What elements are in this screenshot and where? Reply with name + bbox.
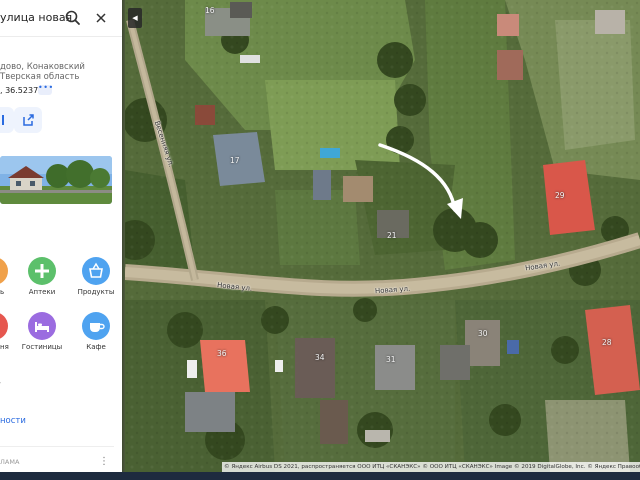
side-panel: улица новая дово, Конаковский Тверская о… <box>0 0 122 472</box>
close-icon[interactable] <box>90 7 112 29</box>
category-groceries[interactable]: Продукты <box>70 257 122 307</box>
map-copyright[interactable]: © Яндекс Airbus DS 2021, распространяетс… <box>222 462 640 472</box>
cup-icon <box>82 312 110 340</box>
search-icon[interactable] <box>62 7 84 29</box>
divider <box>0 36 122 37</box>
house-number: 31 <box>386 355 396 364</box>
place-address-line2: Тверская область <box>0 72 80 82</box>
basket-icon <box>82 257 110 285</box>
category-label: Продукты <box>77 288 115 296</box>
house-number: 34 <box>315 353 325 362</box>
place-photo[interactable] <box>0 156 112 204</box>
plus-icon <box>28 257 56 285</box>
house-number: 28 <box>602 338 612 347</box>
satellite-imagery <box>125 0 640 472</box>
house-number: 29 <box>555 191 565 200</box>
divider <box>0 446 114 447</box>
map-satellite[interactable]: 16 17 21 29 30 31 34 36 28 Новая ул. Нов… <box>125 0 640 472</box>
taskbar-strip <box>0 472 640 480</box>
category-cafe[interactable]: Кафе <box>70 312 122 362</box>
category-label: Аптеки <box>28 288 56 296</box>
house-number: 36 <box>217 349 227 358</box>
house-number: 17 <box>230 156 240 165</box>
house-number: 30 <box>478 329 488 338</box>
more-icon[interactable]: ••• <box>38 84 53 95</box>
collapse-panel-button[interactable]: ◀ <box>128 8 142 28</box>
kebab-icon[interactable]: ⋮ <box>99 456 109 468</box>
category-label: Кафе <box>86 343 106 351</box>
nearby-text: т <box>0 380 1 389</box>
house-number: 21 <box>387 231 397 240</box>
category-label: Гостиницы <box>21 343 63 351</box>
house-number: 16 <box>205 6 215 15</box>
category-pharmacy[interactable]: Аптеки <box>16 257 68 307</box>
ad-label: ЛАМА <box>0 458 20 466</box>
place-address-line1: дово, Конаковский <box>0 62 85 72</box>
more-link[interactable]: ности <box>0 416 26 426</box>
bed-icon <box>28 312 56 340</box>
category-hotels[interactable]: Гостиницы <box>16 312 68 362</box>
category-icon <box>0 257 8 285</box>
search-bar[interactable]: улица новая <box>0 0 122 36</box>
route-button[interactable] <box>0 107 14 133</box>
category-icon <box>0 312 8 340</box>
share-icon <box>23 114 34 126</box>
share-button[interactable] <box>14 107 42 133</box>
